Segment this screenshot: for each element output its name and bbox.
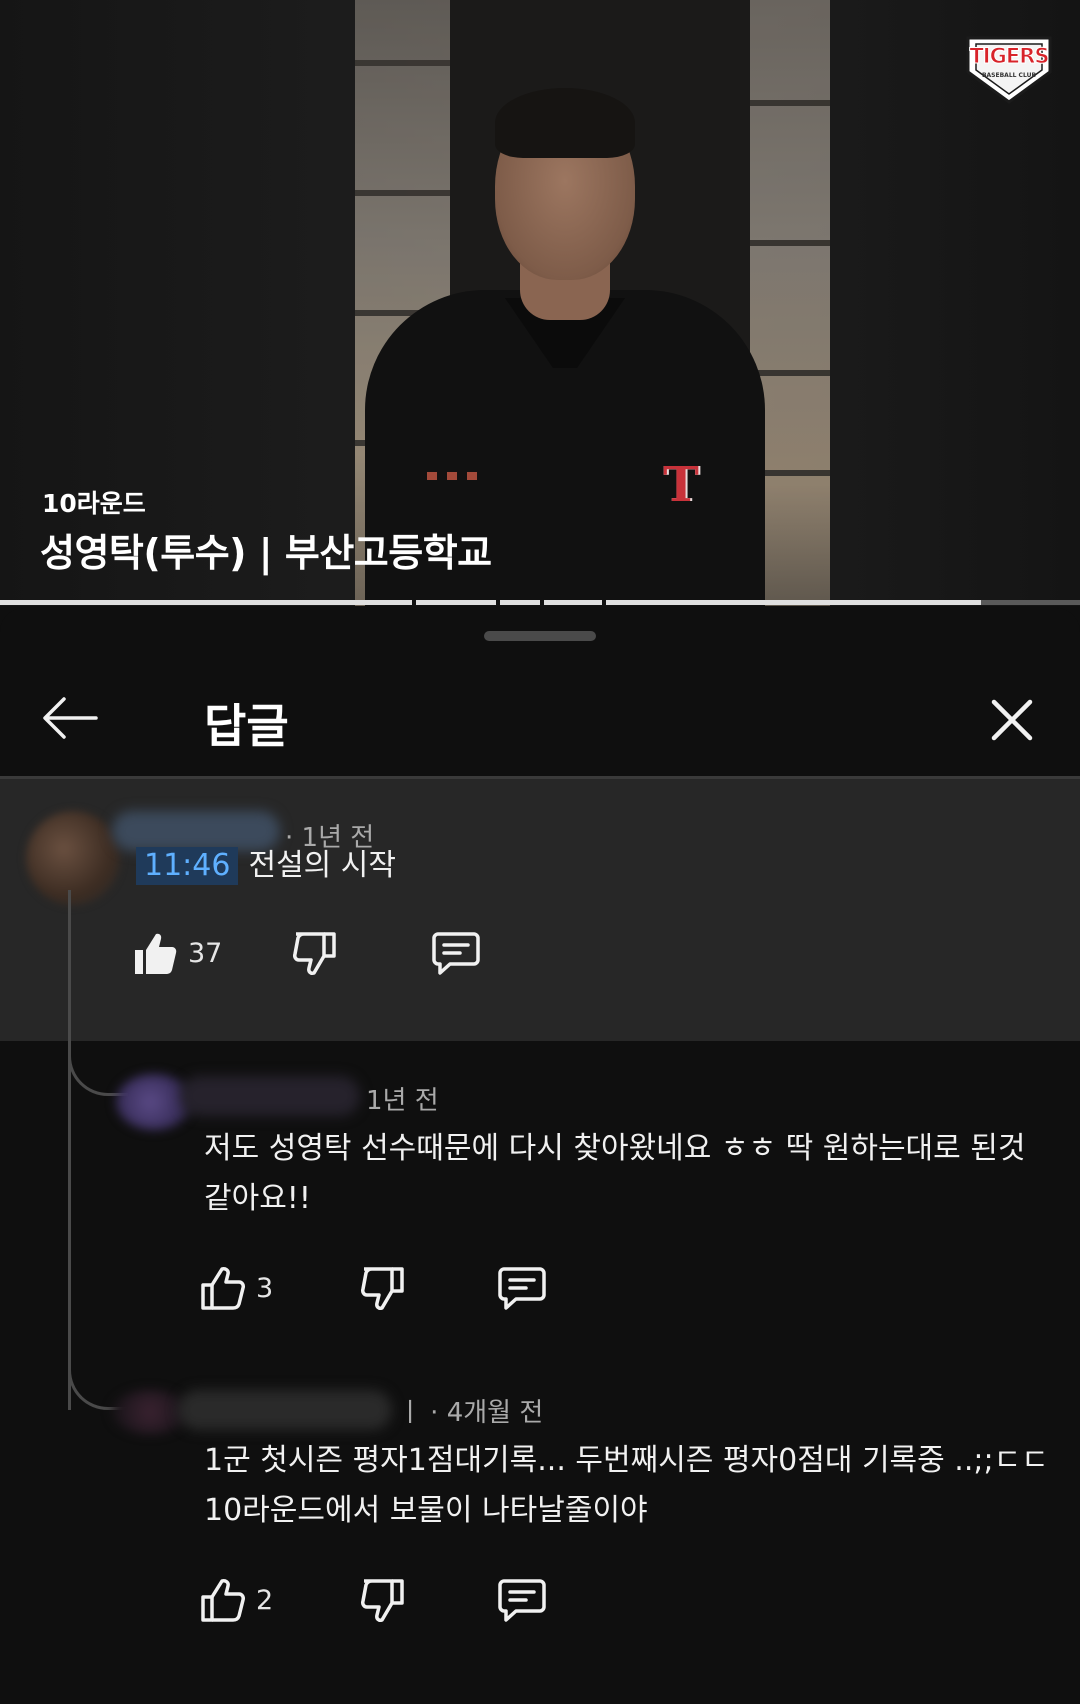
reply-text-line: 같아요!! bbox=[204, 1181, 311, 1216]
like-button[interactable]: 3 bbox=[200, 1258, 273, 1318]
replies-sheet: 답글 · 1년 전 11:46 전설의 시작 37 1년 전 저도 성영탁 선수… bbox=[0, 608, 1080, 1704]
avatar[interactable] bbox=[26, 811, 120, 905]
reply-button[interactable] bbox=[498, 1570, 546, 1630]
comment-actions: 37 bbox=[132, 923, 492, 983]
sheet-header: 답글 bbox=[0, 668, 1080, 778]
close-icon bbox=[991, 699, 1033, 741]
reply-time: ㅣ · 4개월 전 bbox=[398, 1398, 544, 1428]
drag-handle[interactable] bbox=[484, 631, 596, 641]
thumbs-up-icon bbox=[201, 1267, 245, 1310]
author-name-redacted[interactable] bbox=[180, 1076, 360, 1116]
reply-actions: 3 bbox=[200, 1258, 560, 1318]
like-button[interactable]: 2 bbox=[200, 1570, 273, 1630]
dislike-button[interactable] bbox=[360, 1570, 406, 1630]
like-button[interactable]: 37 bbox=[132, 923, 222, 983]
reply-actions: 2 bbox=[200, 1570, 560, 1630]
thread-connector bbox=[68, 1044, 128, 1096]
reply-button[interactable] bbox=[498, 1258, 546, 1318]
author-name-redacted[interactable] bbox=[178, 1390, 392, 1430]
reply-button[interactable] bbox=[432, 923, 480, 983]
video-round-label: 10라운드 bbox=[42, 489, 146, 518]
reply-text-line: 10라운드에서 보물이 나타날줄이야 bbox=[204, 1493, 648, 1528]
parent-comment: · 1년 전 11:46 전설의 시작 37 bbox=[0, 779, 1080, 1041]
comment-text: 전설의 시작 bbox=[248, 848, 397, 883]
thumbs-up-icon bbox=[201, 1579, 245, 1622]
timestamp-link[interactable]: 11:46 bbox=[136, 847, 239, 885]
reply-text-line: 저도 성영탁 선수때문에 다시 찾아왔네요 ㅎㅎ 딱 원하는대로 된것 bbox=[204, 1131, 1026, 1166]
tigers-logo: TIGERS BASEBALL CLUB bbox=[960, 28, 1058, 106]
thread-line bbox=[68, 890, 71, 1410]
dislike-button[interactable] bbox=[360, 1258, 406, 1318]
chapter-marker bbox=[602, 600, 606, 605]
video-title: 성영탁(투수) | 부산고등학교 bbox=[40, 531, 492, 575]
chapter-marker bbox=[412, 600, 416, 605]
video-progress-fill bbox=[0, 600, 981, 605]
like-count: 3 bbox=[256, 1272, 274, 1304]
avatar[interactable] bbox=[112, 1390, 188, 1434]
chapter-marker bbox=[540, 600, 544, 605]
thumbs-down-icon bbox=[361, 1267, 404, 1310]
comment-icon bbox=[432, 932, 480, 975]
reply-text-line: 1군 첫시즌 평자1점대기록... 두번째시즌 평자0점대 기록중 ..;;ㄷㄷ bbox=[204, 1443, 1049, 1478]
comment-body: 11:46 전설의 시작 bbox=[136, 841, 396, 891]
reply-time: 1년 전 bbox=[366, 1086, 439, 1116]
like-count: 37 bbox=[188, 937, 223, 969]
comment-icon bbox=[498, 1267, 546, 1310]
thumbs-up-filled-icon bbox=[135, 933, 177, 974]
comment-icon bbox=[498, 1579, 546, 1622]
arrow-left-icon bbox=[43, 697, 98, 739]
chapter-marker bbox=[496, 600, 500, 605]
tigers-t-logo: T bbox=[663, 457, 699, 513]
close-button[interactable] bbox=[980, 688, 1044, 752]
panel-title: 답글 bbox=[204, 699, 289, 753]
thumbs-down-icon bbox=[361, 1579, 404, 1622]
thumbs-down-icon bbox=[293, 932, 336, 975]
video-progress-bar[interactable] bbox=[0, 600, 1080, 605]
back-button[interactable] bbox=[40, 688, 100, 748]
like-count: 2 bbox=[256, 1584, 274, 1616]
video-player[interactable]: T TIGERS BASEBALL CLUB 10라운드 성영탁(투수) | 부… bbox=[0, 0, 1080, 606]
dislike-button[interactable] bbox=[292, 923, 338, 983]
